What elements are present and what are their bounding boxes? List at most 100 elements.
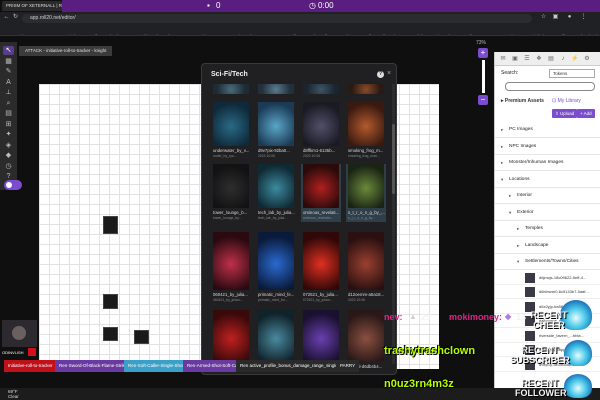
- image-tile[interactable]: underwater_by_v... under_by_ryu...: [211, 102, 251, 160]
- browser-tab[interactable]: PRISM OF XETERNALL | Roll20: [2, 1, 62, 11]
- folder-item[interactable]: ▾ Locations: [495, 172, 600, 188]
- dialog-scrollbar-thumb[interactable]: [392, 124, 395, 194]
- bookmark-item[interactable]: YouTube: [4, 31, 27, 35]
- weather-widget[interactable]: 69°F Clear: [8, 389, 19, 399]
- image-tile[interactable]: tech_lab_by_julia... tech_lab_by_julia...: [256, 164, 296, 222]
- expanded-arrow-icon[interactable]: ▾: [501, 172, 503, 188]
- bookmark-item[interactable]: Social Sites: [521, 31, 550, 35]
- art-icon[interactable]: ▣: [511, 55, 519, 63]
- image-tile[interactable]: s_t_r_o_n_g_by_... s_t_r_o_n_g_by...: [346, 164, 386, 222]
- zoom-out-button[interactable]: −: [478, 95, 488, 105]
- bookmark-item[interactable]: ODINVLISH - Twitch: [30, 31, 77, 35]
- my-library-tab[interactable]: ⊡ My Library: [552, 98, 581, 104]
- folder-item[interactable]: ▸ PC Images: [495, 122, 600, 138]
- premium-assets-toggle[interactable]: ▸ Premium Assets: [501, 98, 544, 104]
- expanded-arrow-icon[interactable]: ▾: [517, 254, 519, 270]
- collapsed-arrow-icon[interactable]: ▸: [509, 188, 511, 204]
- map-token[interactable]: [103, 294, 118, 309]
- search-type-select[interactable]: Tokens: [549, 69, 595, 78]
- turn-tracker[interactable]: ATTACK - initiative-roll-to-tracker - kn…: [19, 46, 113, 56]
- image-tile[interactable]: d9v7pix-92ba0... 2023 10:06: [256, 102, 296, 160]
- map-token[interactable]: [134, 330, 149, 344]
- compendium-icon[interactable]: ❖: [535, 55, 543, 63]
- macro-button[interactable]: Ren-Soft-Caller-Single-Shot: [124, 360, 188, 372]
- add-folder-button[interactable]: + Add: [577, 109, 595, 118]
- bookmark-item[interactable]: Discord: [231, 31, 251, 35]
- map-token[interactable]: [103, 327, 118, 341]
- image-tile[interactable]: d8ffkm1-6135b... 2023 10:06: [301, 102, 341, 160]
- asset-item[interactable]: d6jmcjs-18c09622-5eff-4...: [495, 271, 600, 285]
- bookmark-item[interactable]: Dashboard - Aroha...: [130, 31, 177, 35]
- deck-icon[interactable]: ▤: [547, 55, 555, 63]
- reload-icon[interactable]: ↻: [12, 14, 19, 21]
- bookmark-item[interactable]: StreamElements - ...: [181, 31, 227, 35]
- collapsed-arrow-icon[interactable]: ▸: [501, 139, 503, 155]
- help-icon[interactable]: ?: [377, 71, 384, 78]
- map-tool-icon[interactable]: ▦: [3, 57, 14, 66]
- map-token[interactable]: [103, 216, 118, 234]
- mode-toggle[interactable]: [4, 180, 22, 190]
- folder-item[interactable]: ▸ Interior: [495, 188, 600, 204]
- search-input[interactable]: [505, 82, 595, 91]
- bookmark-item[interactable]: Other bookmarks: [571, 31, 600, 35]
- grid-tool-icon[interactable]: ⊞: [3, 120, 14, 129]
- upload-button[interactable]: ⇪ Upload: [552, 109, 578, 118]
- folder-item[interactable]: ▾ Exterior: [495, 205, 600, 221]
- dialog-scrollbar[interactable]: [392, 84, 395, 364]
- image-tile[interactable]: ominous_revelati... ominous_revelatio...: [301, 164, 341, 222]
- bookmark-item[interactable]: Xbox All Access Bla...: [306, 31, 354, 35]
- bookmark-item[interactable]: streaming: [492, 31, 518, 35]
- bookmark-item[interactable]: Spotify - Web Player: [80, 31, 127, 35]
- folder-item[interactable]: ▸ Monster/Inhuman Images: [495, 155, 600, 171]
- macro-icon[interactable]: ⚡: [571, 55, 579, 63]
- image-tile[interactable]: d12oemm-a5a18... 2023 10:06: [346, 232, 386, 304]
- image-tile[interactable]: primatic_mind_fe... primatic_mind_for...: [256, 232, 296, 304]
- clock-tool-icon[interactable]: ◷: [3, 162, 14, 171]
- zoom-in-button[interactable]: +: [478, 48, 488, 58]
- profile-icon[interactable]: ●: [566, 14, 573, 21]
- folder-item[interactable]: ▾ Settlements/Towns/Cities: [495, 254, 600, 270]
- zoom-slider[interactable]: [482, 60, 485, 93]
- collapsed-arrow-icon[interactable]: ▸: [501, 122, 503, 138]
- back-icon[interactable]: ←: [3, 14, 10, 21]
- sidebar-settings-icon[interactable]: ⚙: [583, 55, 591, 63]
- folder-item[interactable]: ▸ Landscape: [495, 238, 600, 254]
- bookmark-item[interactable]: Bills: [554, 31, 567, 35]
- image-tile[interactable]: 060421_by_julia... 060421_by_julian...: [211, 232, 251, 304]
- music-icon[interactable]: ♪: [559, 55, 567, 63]
- journal-icon[interactable]: ☰: [523, 55, 531, 63]
- chat-icon[interactable]: ✉: [499, 55, 507, 63]
- image-tile[interactable]: smoking_frog_m... smoking_frog_man...: [346, 102, 386, 160]
- close-icon[interactable]: ×: [387, 70, 391, 77]
- light-tool-icon[interactable]: ✦: [3, 130, 14, 139]
- image-tile[interactable]: 072521_by_julia... 072521_by_julian...: [301, 232, 341, 304]
- dice-tool-icon[interactable]: ◆: [3, 151, 14, 160]
- url-bar[interactable]: app.roll20.net/editor/: [22, 14, 532, 23]
- macro-button[interactable]: Ren active_profile_bonus_damage_range_si…: [236, 360, 342, 372]
- star-icon[interactable]: ☆: [540, 14, 547, 21]
- image-tile[interactable]: tower_lounge_b... tower_lounge_by...: [211, 164, 251, 222]
- bookmark-item[interactable]: Odin Assets: [459, 31, 489, 35]
- ruler-tool-icon[interactable]: ⟂: [3, 88, 14, 97]
- bookmark-item[interactable]: Amazon.com Onlin...: [255, 31, 302, 35]
- folder-item[interactable]: ▸ Temples: [495, 221, 600, 237]
- macro-button[interactable]: Ren-Sword-Of-Black-Flame-Strike: [55, 360, 132, 372]
- collapsed-arrow-icon[interactable]: ▸: [517, 238, 519, 254]
- fog-tool-icon[interactable]: ▤: [3, 109, 14, 118]
- folder-item[interactable]: ▸ NPC Images: [495, 139, 600, 155]
- shield-tool-icon[interactable]: ◈: [3, 141, 14, 150]
- collapsed-arrow-icon[interactable]: ▸: [517, 221, 519, 237]
- zoom-tool-icon[interactable]: ⌕: [3, 99, 14, 108]
- bookmark-item[interactable]: Adobe Creative Clo...: [407, 31, 456, 35]
- text-tool-icon[interactable]: A: [3, 78, 14, 87]
- select-tool-icon[interactable]: ↖: [3, 46, 14, 55]
- macro-button[interactable]: Initiative-roll-to-tracker: [4, 360, 57, 372]
- macro-button[interactable]: PARRY: [336, 360, 360, 372]
- draw-tool-icon[interactable]: ✎: [3, 67, 14, 76]
- menu-icon[interactable]: ⋮: [580, 14, 587, 21]
- asset-item[interactable]: d6blmzm0-6c5143b7-0aaf...: [495, 285, 600, 299]
- expanded-arrow-icon[interactable]: ▾: [509, 205, 511, 221]
- collapsed-arrow-icon[interactable]: ▸: [501, 155, 503, 171]
- extensions-icon[interactable]: ▣: [552, 14, 559, 21]
- bookmark-item[interactable]: Roll20 Online virtu...: [358, 31, 404, 35]
